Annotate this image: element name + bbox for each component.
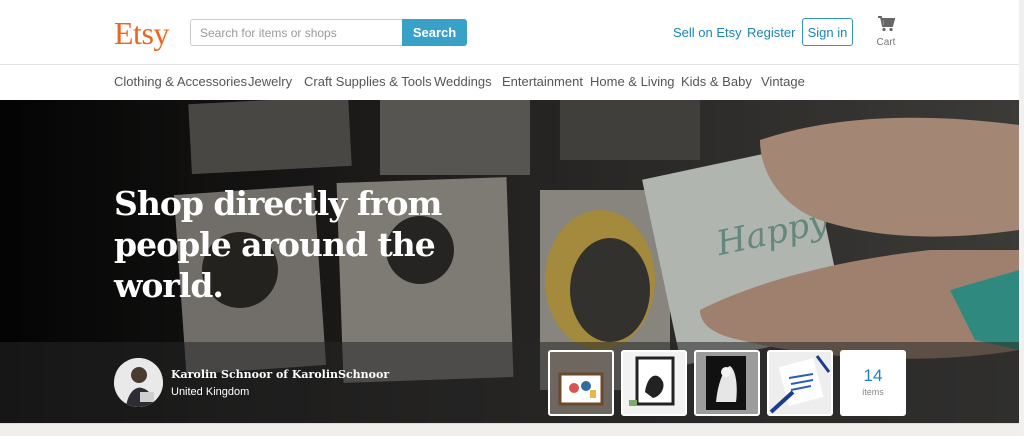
cart-icon (878, 16, 896, 32)
items-count: 14 (863, 366, 883, 385)
seller-avatar[interactable] (114, 358, 163, 407)
listing-thumbnail[interactable] (694, 350, 760, 416)
nav-jewelry[interactable]: Jewelry (248, 74, 292, 89)
nav-craft-supplies-tools[interactable]: Craft Supplies & Tools (304, 74, 432, 89)
search-input[interactable] (190, 19, 402, 46)
listing-image (696, 352, 758, 414)
shop-items-count[interactable]: 14 items (840, 350, 906, 416)
nav-entertainment[interactable]: Entertainment (502, 74, 583, 89)
seller-name[interactable]: Karolin Schnoor of KarolinSchnoor (171, 368, 389, 381)
nav-weddings[interactable]: Weddings (434, 74, 492, 89)
register-link[interactable]: Register (747, 25, 795, 40)
nav-kids-baby[interactable]: Kids & Baby (681, 74, 752, 89)
nav-home-living[interactable]: Home & Living (590, 74, 675, 89)
listing-image (623, 352, 685, 414)
sell-on-etsy-link[interactable]: Sell on Etsy (673, 25, 742, 40)
category-nav: Clothing & Accessories Jewelry Craft Sup… (0, 66, 1019, 100)
cart-button[interactable]: Cart (872, 16, 900, 48)
nav-clothing-accessories[interactable]: Clothing & Accessories (114, 74, 247, 89)
listing-thumbnail[interactable] (548, 350, 614, 416)
items-label: items (862, 387, 884, 397)
listing-thumbnail[interactable] (767, 350, 833, 416)
seller-country: United Kingdom (171, 386, 250, 398)
nav-vintage[interactable]: Vintage (761, 74, 805, 89)
seller-avatar-image (114, 358, 163, 407)
sign-in-button[interactable]: Sign in (802, 18, 853, 46)
cart-label: Cart (876, 37, 896, 48)
listing-image (550, 352, 612, 414)
etsy-logo[interactable]: Etsy (114, 15, 169, 52)
listing-image (769, 352, 831, 414)
page-bottom-strip (0, 423, 1019, 436)
listing-thumbnail[interactable] (621, 350, 687, 416)
hero-title: Shop directly from people around the wor… (114, 184, 442, 305)
search-button[interactable]: Search (402, 19, 467, 46)
scrollbar[interactable] (1019, 0, 1024, 436)
site-header: Etsy Search Sell on Etsy Register Sign i… (0, 0, 1019, 65)
